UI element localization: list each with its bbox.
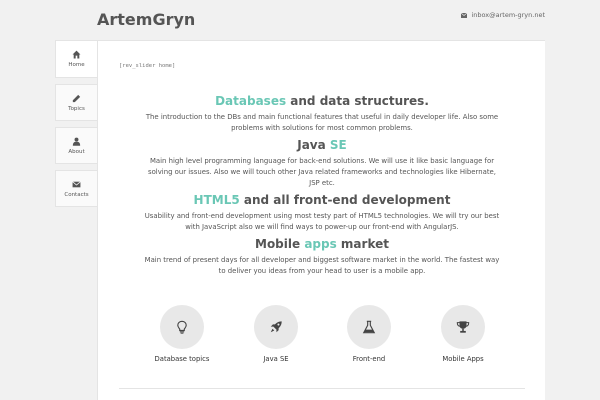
title-rest: and data structures. [286, 94, 429, 108]
section-text: Main high level programming language for… [148, 157, 496, 187]
title-accent: apps [304, 237, 337, 251]
sidebar-item-contacts[interactable]: Contacts [55, 170, 98, 207]
feature-label: Front-end [352, 355, 386, 363]
section-html5: HTML5 and all front-end development Usab… [98, 193, 546, 233]
envelope-icon [72, 180, 81, 187]
trophy-icon [456, 321, 470, 333]
feature-circle[interactable] [347, 305, 391, 349]
feature-circle[interactable] [441, 305, 485, 349]
rocket-icon [270, 321, 282, 333]
section-mobile: Mobile apps market Main trend of present… [98, 237, 546, 277]
intro-sections: Databases and data structures. The intro… [98, 94, 546, 281]
site-title[interactable]: ArtemGryn [97, 10, 195, 29]
title-accent: Databases [215, 94, 287, 108]
sidebar-item-label: Home [68, 62, 85, 68]
feature-label: Mobile Apps [442, 355, 484, 363]
feature-database-topics[interactable]: Database topics [142, 305, 222, 363]
feature-label: Java SE [263, 355, 289, 363]
home-icon [72, 50, 81, 59]
section-text: Usability and front-end development usin… [144, 212, 500, 231]
title-accent: SE [329, 138, 347, 152]
pencil-icon [72, 94, 81, 102]
feature-circle[interactable] [160, 305, 204, 349]
sidebar-item-label: About [68, 148, 85, 155]
section-title: HTML5 and all front-end development [98, 193, 546, 208]
contact-email-link[interactable]: inbox@artem-gryn.net [461, 11, 545, 19]
section-databases: Databases and data structures. The intro… [98, 94, 546, 134]
sidebar-item-home[interactable]: Home [55, 40, 98, 78]
title-rest: market [336, 237, 389, 251]
section-text: Main trend of present days for all devel… [144, 256, 500, 275]
slider-shortcode: [rev_slider home] [119, 63, 176, 69]
feature-java-se[interactable]: Java SE [236, 305, 316, 363]
sidebar-nav: Home Topics About Contacts [55, 40, 98, 207]
feature-circle[interactable] [254, 305, 298, 349]
title-plain: Mobile [255, 237, 305, 251]
title-rest: and all front-end development [239, 193, 451, 207]
contact-email-text: inbox@artem-gryn.net [471, 11, 545, 19]
section-title: Mobile apps market [98, 237, 546, 252]
section-title: Java SE [98, 138, 546, 153]
section-java: Java SE Main high level programming lang… [98, 138, 546, 189]
feature-label: Database topics [154, 355, 210, 363]
envelope-icon [461, 12, 468, 18]
sidebar-item-topics[interactable]: Topics [55, 84, 98, 121]
section-title: Databases and data structures. [98, 94, 546, 109]
sidebar-item-label: Topics [68, 105, 85, 112]
feature-mobile-apps[interactable]: Mobile Apps [423, 305, 503, 363]
sidebar-item-label: Contacts [64, 191, 89, 198]
sidebar-item-about[interactable]: About [55, 127, 98, 164]
main-content-panel: [rev_slider home] Databases and data str… [97, 40, 545, 400]
user-icon [72, 137, 81, 146]
title-plain: Java [297, 138, 330, 152]
lightbulb-icon [177, 320, 187, 334]
divider [119, 388, 525, 389]
section-text: The introduction to the DBs and main fun… [145, 113, 499, 132]
flask-icon [362, 320, 376, 334]
title-accent: HTML5 [193, 193, 240, 207]
feature-front-end[interactable]: Front-end [329, 305, 409, 363]
